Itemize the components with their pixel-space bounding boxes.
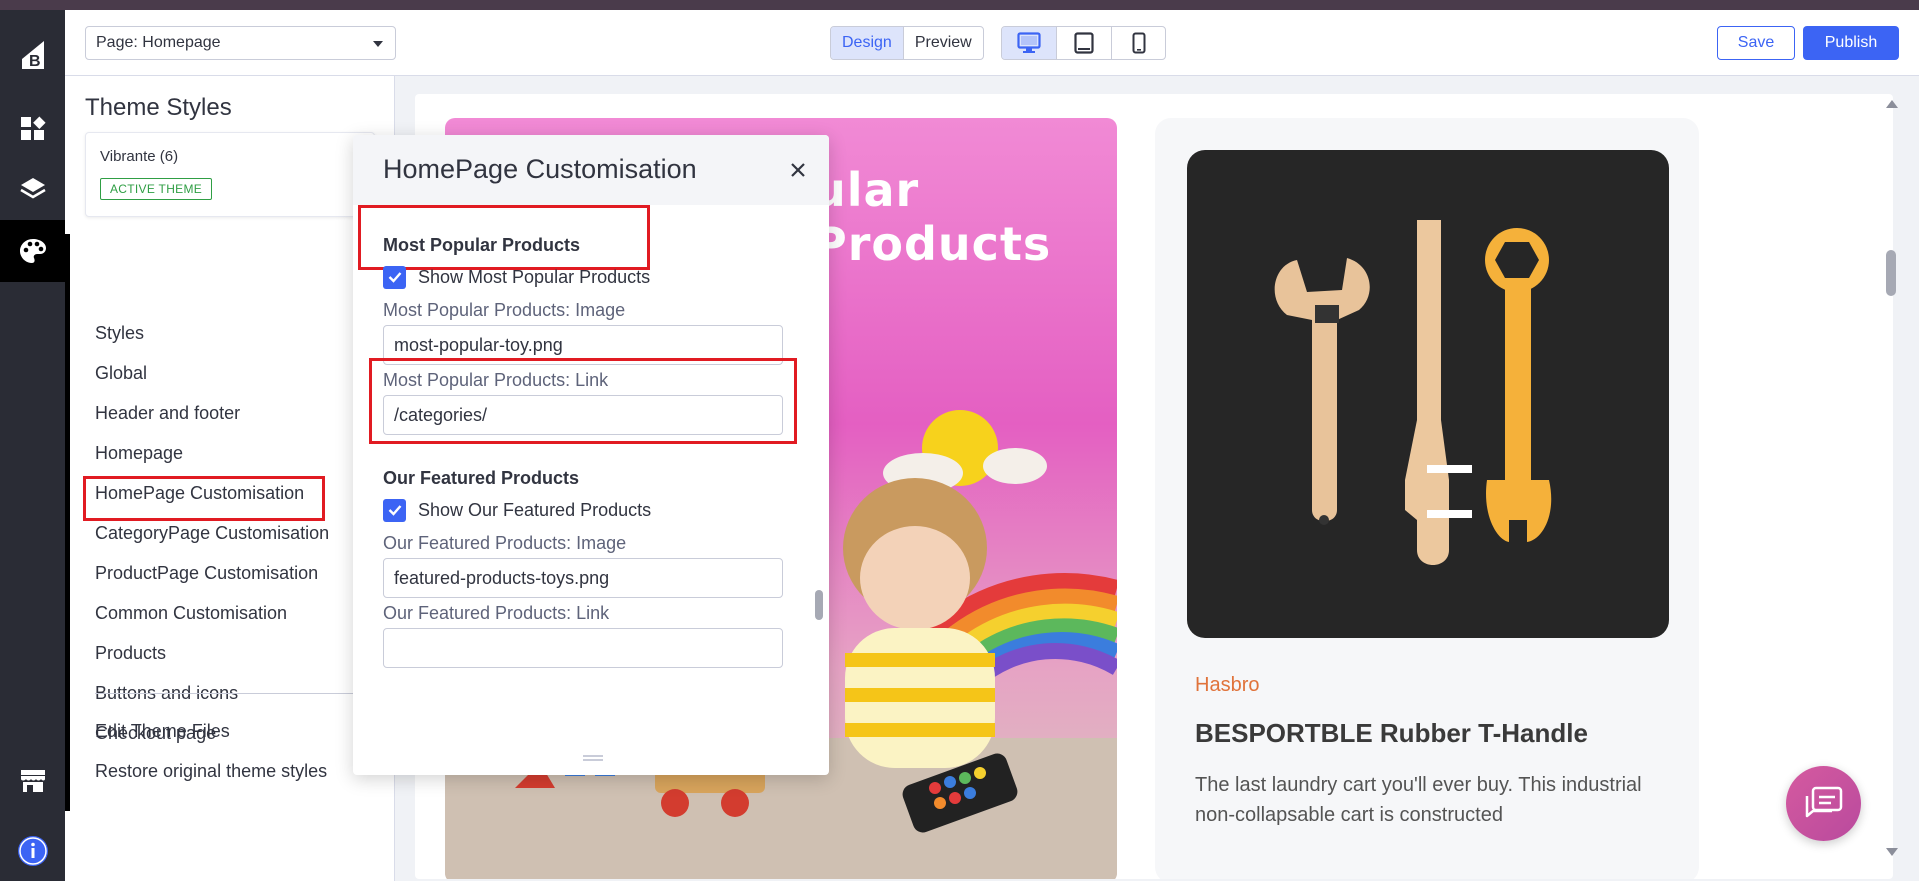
panel-accent-bar — [65, 234, 70, 748]
svg-text:B: B — [29, 53, 41, 70]
checkbox-checked-icon — [383, 265, 406, 289]
dialog-title: HomePage Customisation — [383, 154, 697, 184]
top-toolbar: Page: Homepage Design Preview Save Publi… — [65, 10, 1919, 76]
device-toggle — [1001, 26, 1166, 60]
app-rail: B — [0, 10, 65, 881]
nav-item-styles[interactable]: Styles — [95, 313, 329, 353]
featured-link-input[interactable] — [383, 628, 783, 668]
featured-image-label: Our Featured Products: Image — [383, 533, 627, 553]
dialog-header: HomePage Customisation — [353, 135, 829, 205]
section-heading-featured: Our Featured Products — [383, 468, 580, 488]
checkbox-label: Show Most Popular Products — [418, 266, 651, 287]
view-mode-toggle: Design Preview — [830, 26, 984, 60]
design-mode-button[interactable]: Design — [831, 27, 904, 59]
layers-icon[interactable] — [0, 158, 65, 220]
chat-button[interactable] — [1786, 766, 1861, 841]
nav-item-products[interactable]: Products — [95, 633, 329, 673]
dialog-scrollbar[interactable] — [813, 215, 823, 755]
chevron-down-icon — [373, 41, 383, 47]
homepage-customisation-dialog: HomePage Customisation Most Popular Prod… — [353, 135, 829, 775]
product-brand[interactable]: Hasbro — [1195, 674, 1259, 697]
panel-accent-bar-footer — [65, 714, 70, 811]
theme-name: Vibrante (6) — [100, 148, 179, 165]
active-theme-card[interactable]: Vibrante (6) ACTIVE THEME — [85, 132, 375, 217]
product-card[interactable]: Hasbro BESPORTBLE Rubber T-Handle The la… — [1155, 118, 1699, 879]
most-popular-image-label: Most Popular Products: Image — [383, 300, 626, 320]
dialog-scrollbar-thumb[interactable] — [815, 590, 823, 620]
save-button[interactable]: Save — [1717, 26, 1795, 60]
preview-scroll-up-arrow[interactable] — [1886, 100, 1898, 108]
featured-image-input[interactable]: featured-products-toys.png — [383, 558, 783, 598]
checkbox-label: Show Our Featured Products — [418, 499, 652, 520]
chat-icon — [1805, 786, 1842, 817]
tablet-icon[interactable] — [1057, 27, 1112, 59]
theme-styles-panel: Theme Styles Vibrante (6) ACTIVE THEME S… — [65, 76, 395, 881]
drag-handle-icon[interactable] — [583, 755, 603, 761]
preview-mode-button[interactable]: Preview — [904, 27, 983, 59]
nav-item-homepage[interactable]: Homepage — [95, 433, 329, 473]
most-popular-link-input[interactable]: /categories/ — [383, 395, 783, 435]
page-select-value: Page: Homepage — [96, 34, 221, 51]
bigcommerce-logo-icon[interactable]: B — [0, 24, 65, 86]
theme-files-nav: Edit Theme Files Restore original theme … — [95, 711, 327, 791]
desktop-icon[interactable] — [1002, 27, 1057, 59]
nav-item-productpage-customisation[interactable]: ProductPage Customisation — [95, 553, 329, 593]
preview-scrollbar[interactable] — [1886, 250, 1896, 296]
product-title[interactable]: BESPORTBLE Rubber T-Handle — [1195, 718, 1588, 749]
theme-styles-nav: Styles Global Header and footer Homepage… — [82, 313, 329, 753]
product-description: The last laundry cart you'll ever buy. T… — [1195, 774, 1642, 826]
nav-item-global[interactable]: Global — [95, 353, 329, 393]
storefront-icon[interactable] — [0, 750, 65, 812]
featured-link-label: Our Featured Products: Link — [383, 603, 610, 623]
panel-divider — [95, 693, 367, 694]
panel-title: Theme Styles — [85, 94, 232, 121]
nav-item-homepage-customisation[interactable]: HomePage Customisation — [82, 473, 329, 521]
page-select-dropdown[interactable]: Page: Homepage — [85, 26, 396, 60]
palette-icon[interactable] — [0, 220, 65, 282]
mobile-icon[interactable] — [1112, 27, 1165, 59]
nav-item-categorypage-customisation[interactable]: CategoryPage Customisation — [95, 513, 329, 553]
edit-theme-files-link[interactable]: Edit Theme Files — [95, 711, 327, 751]
wooden-tools-illustration — [1274, 220, 1552, 565]
nav-item-common-customisation[interactable]: Common Customisation — [95, 593, 329, 633]
preview-scroll-down-arrow[interactable] — [1886, 848, 1898, 856]
show-most-popular-checkbox[interactable]: Show Most Popular Products — [383, 265, 650, 289]
nav-item-header-footer[interactable]: Header and footer — [95, 393, 329, 433]
info-icon[interactable] — [0, 820, 65, 882]
checkbox-checked-icon — [383, 498, 406, 522]
restore-theme-styles-link[interactable]: Restore original theme styles — [95, 751, 327, 791]
product-image[interactable] — [1187, 150, 1669, 638]
show-featured-checkbox[interactable]: Show Our Featured Products — [383, 498, 651, 522]
section-heading-most-popular: Most Popular Products — [383, 235, 581, 255]
close-icon[interactable] — [783, 155, 813, 185]
active-theme-badge: ACTIVE THEME — [100, 178, 213, 200]
most-popular-link-label: Most Popular Products: Link — [383, 370, 609, 390]
dashboard-icon[interactable] — [0, 98, 65, 160]
dialog-body: Most Popular Products Show Most Popular … — [353, 205, 809, 765]
publish-button[interactable]: Publish — [1803, 26, 1899, 60]
window-top-strip — [0, 0, 1919, 10]
